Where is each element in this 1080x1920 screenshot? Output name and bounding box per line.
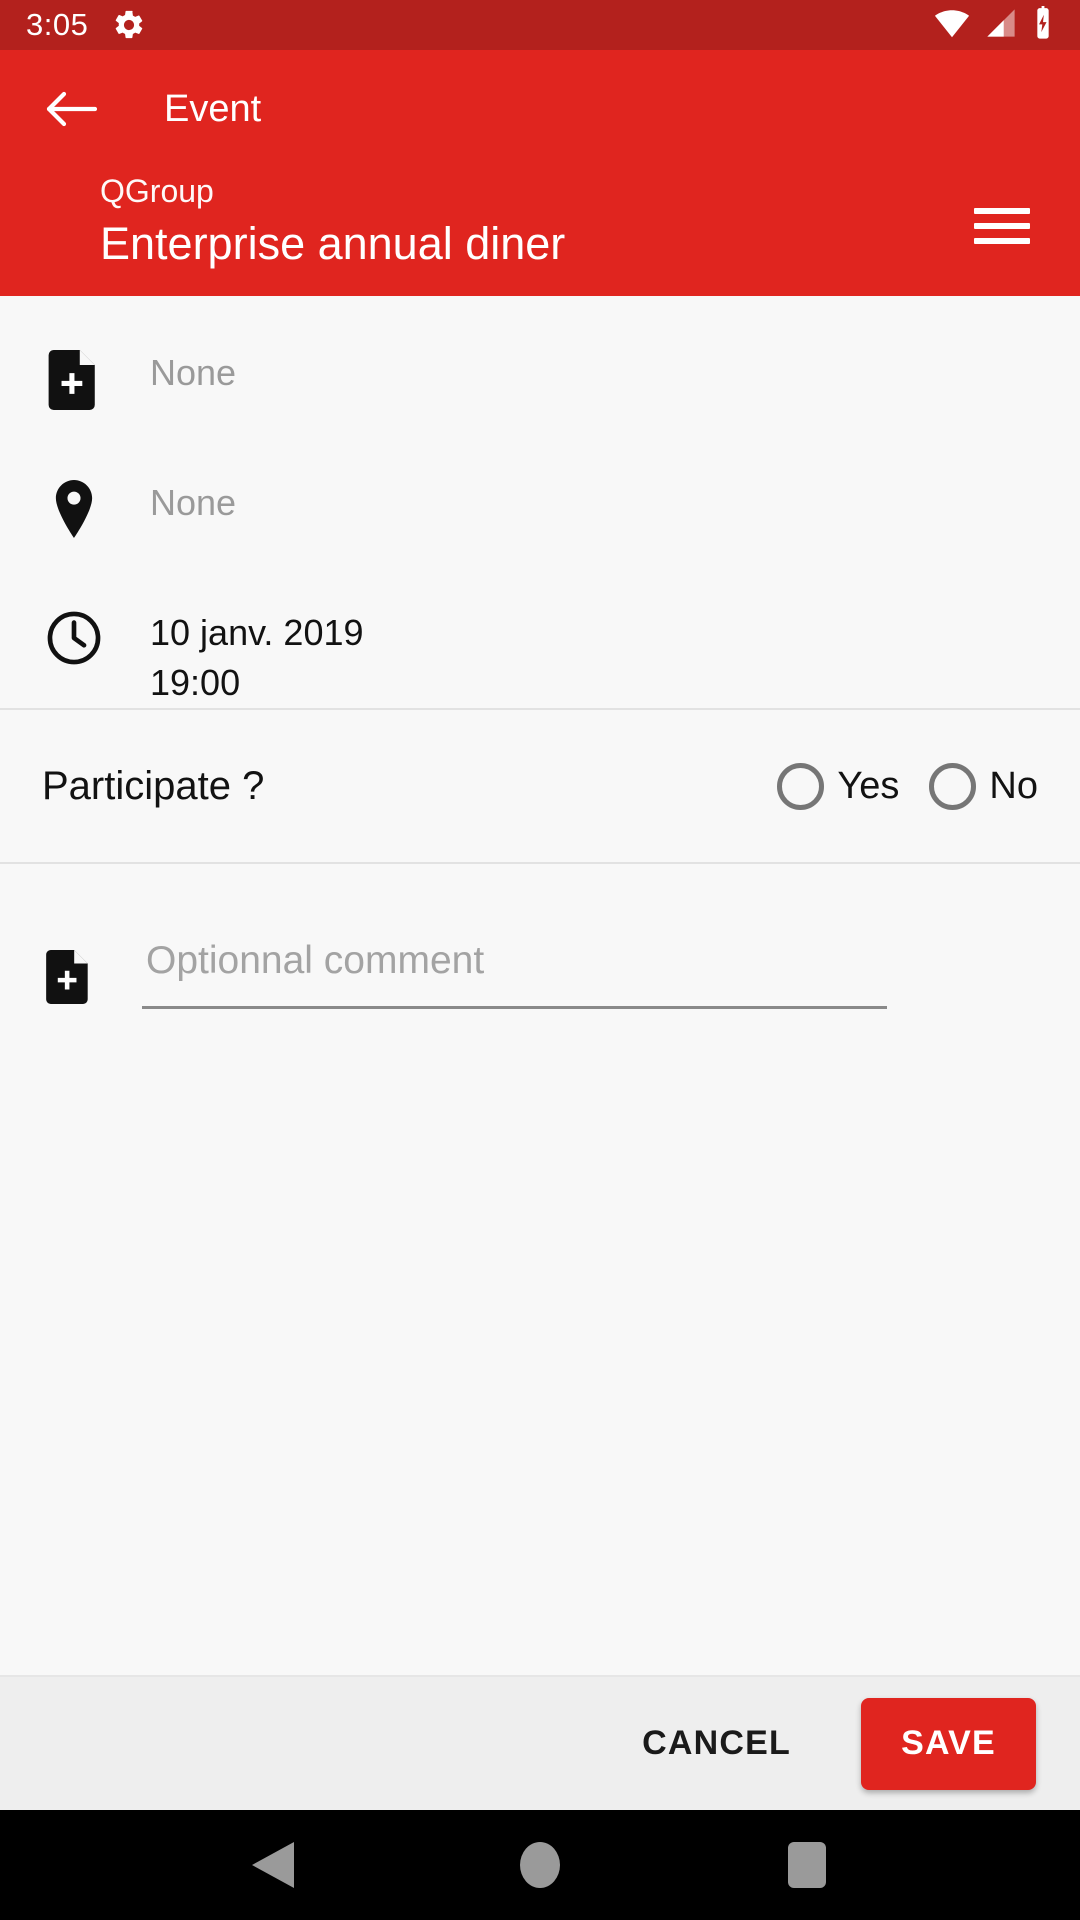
hamburger-menu-icon[interactable] [974, 196, 1034, 256]
gear-icon [112, 8, 146, 42]
radio-circle-yes[interactable] [777, 762, 825, 810]
menu-line [974, 223, 1030, 229]
participate-label: Participate ? [42, 763, 265, 808]
menu-line [974, 208, 1030, 214]
comment-field[interactable] [142, 934, 887, 1009]
comment-input[interactable] [146, 934, 887, 988]
event-date-line: 10 janv. 2019 [150, 612, 364, 653]
participate-row: Participate ? Yes No [0, 710, 1080, 862]
group-name: QGroup [100, 173, 214, 209]
radio-label-no: No [989, 764, 1038, 807]
radio-circle-no[interactable] [929, 762, 977, 810]
nav-home-circle-icon[interactable] [495, 1820, 585, 1910]
event-detail-content: None None 10 janv. 2019 19:00 Participat… [0, 296, 1080, 1810]
status-bar: 3:05 [0, 0, 1080, 50]
app-bar-top-row: Event [0, 50, 1080, 168]
event-location-row[interactable]: None [0, 448, 1080, 578]
nav-back-triangle-icon[interactable] [228, 1820, 318, 1910]
battery-charging-icon [1032, 5, 1054, 45]
action-bar: CANCEL SAVE [0, 1675, 1080, 1810]
android-navigation-bar [0, 1810, 1080, 1920]
app-bar-subtitle-row: QGroup Enterprise annual diner [0, 168, 1080, 274]
status-bar-indicators [934, 5, 1054, 45]
event-datetime-value: 10 janv. 2019 19:00 [150, 606, 364, 708]
radio-label-yes: Yes [837, 764, 900, 807]
event-location-value: None [150, 482, 237, 523]
note-add-icon [40, 934, 98, 1004]
event-name: Enterprise annual diner [100, 218, 566, 269]
status-bar-clock: 3:05 [26, 7, 89, 42]
save-button[interactable]: SAVE [861, 1697, 1036, 1790]
note-add-icon [40, 346, 108, 410]
participate-option-no[interactable]: No [929, 762, 1038, 810]
event-description-value: None [150, 352, 237, 393]
comment-section [0, 864, 1080, 1675]
event-heading-block: QGroup Enterprise annual diner [100, 168, 974, 274]
cancel-button[interactable]: CANCEL [620, 1706, 813, 1781]
event-description-row[interactable]: None [0, 318, 1080, 448]
page-title: Event [164, 87, 262, 130]
menu-line [974, 238, 1030, 244]
participate-option-yes[interactable]: Yes [777, 762, 900, 810]
clock-icon [40, 606, 108, 666]
app-screen: 3:05 Event QGroup Enterprise annual dine… [0, 0, 1080, 1920]
cellular-signal-icon [984, 8, 1018, 43]
participate-radio-group: Yes No [747, 762, 1038, 810]
arrow-left-icon[interactable] [38, 76, 104, 142]
nav-recents-square-icon[interactable] [762, 1820, 852, 1910]
event-datetime-row[interactable]: 10 janv. 2019 19:00 [0, 578, 1080, 708]
app-bar: Event QGroup Enterprise annual diner [0, 50, 1080, 296]
location-pin-icon [40, 476, 108, 538]
wifi-icon [934, 8, 970, 43]
event-time-line: 19:00 [150, 662, 241, 703]
event-info-list: None None 10 janv. 2019 19:00 [0, 296, 1080, 708]
